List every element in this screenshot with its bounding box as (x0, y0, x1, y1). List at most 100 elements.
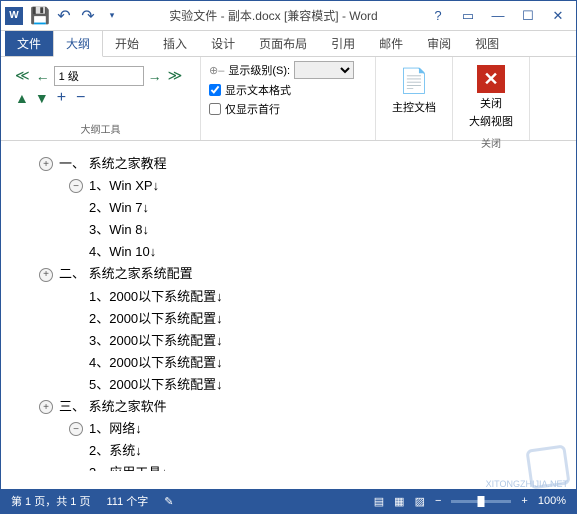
outline-row[interactable]: + 三、 系统之家软件 (39, 396, 556, 418)
zoom-out-button[interactable]: − (435, 495, 441, 507)
tab-review[interactable]: 审阅 (415, 31, 463, 56)
zoom-in-button[interactable]: + (521, 495, 527, 507)
outline-text[interactable]: 4、Win 10↓ (89, 241, 156, 263)
show-format-checkbox[interactable] (209, 84, 221, 96)
expand-button[interactable]: + (53, 89, 70, 107)
close-label-2: 大纲视图 (469, 113, 513, 129)
view-web-button[interactable]: ▨ (415, 495, 425, 508)
tab-outline[interactable]: 大纲 (53, 30, 103, 57)
expand-icon[interactable]: + (39, 268, 53, 282)
group-label-outline-tools: 大纲工具 (9, 119, 192, 136)
zoom-level[interactable]: 100% (538, 495, 566, 507)
outline-text[interactable]: 5、2000以下系统配置↓ (89, 374, 223, 396)
ribbon-group-show: ⊕‒ 显示级别(S): 显示文本格式 仅显示首行 (201, 57, 376, 140)
outline-text[interactable]: 1、Win XP↓ (89, 175, 159, 197)
outline-row[interactable]: −1、Win XP↓ (69, 175, 556, 197)
move-up-button[interactable]: ▲ (13, 88, 31, 108)
outline-text[interactable]: 一、 系统之家教程 (59, 153, 167, 175)
outline-text[interactable]: 1、2000以下系统配置↓ (89, 286, 223, 308)
outline-row[interactable]: 2、系统↓ (89, 440, 556, 462)
maximize-button[interactable]: ☐ (514, 5, 542, 27)
promote-to-heading1-button[interactable]: ≪ (13, 65, 32, 86)
word-app-icon: W (5, 7, 23, 25)
qat-customize-button[interactable]: ▾ (101, 5, 123, 27)
outline-text[interactable]: 3、Win 8↓ (89, 219, 149, 241)
outline-level-controls: ≪ ← → ≫ ▲ ▼ + − (9, 61, 192, 112)
collapse-button[interactable]: − (72, 89, 89, 107)
promote-button[interactable]: ← (34, 66, 52, 86)
outline-level-select[interactable] (54, 66, 144, 86)
tab-file[interactable]: 文件 (5, 31, 53, 56)
status-page[interactable]: 第 1 页，共 1 页 (11, 493, 90, 509)
outline-row[interactable]: + 一、 系统之家教程 (39, 153, 556, 175)
document-area[interactable]: +一、 系统之家教程−1、Win XP↓2、Win 7↓3、Win 8↓4、Wi… (1, 141, 576, 471)
show-firstline-label: 仅显示首行 (225, 101, 280, 117)
tab-view[interactable]: 视图 (463, 31, 511, 56)
status-proofing-icon[interactable]: ✎ (164, 495, 173, 508)
tab-home[interactable]: 开始 (103, 31, 151, 56)
outline-row[interactable]: + 二、 系统之家系统配置 (39, 263, 556, 285)
outline-row[interactable]: 3、2000以下系统配置↓ (89, 330, 556, 352)
collapse-icon[interactable]: − (69, 422, 83, 436)
move-down-button[interactable]: ▼ (33, 88, 51, 108)
outline-text[interactable]: 2、2000以下系统配置↓ (89, 308, 223, 330)
ribbon-group-close: ✕ 关闭 大纲视图 关闭 (453, 57, 530, 140)
watermark-text: XITONGZHIJIA.NET (486, 479, 568, 489)
outline-row[interactable]: 5、2000以下系统配置↓ (89, 374, 556, 396)
ribbon-options-button[interactable]: ▭ (454, 5, 482, 27)
master-document-button[interactable]: 📄 主控文档 (384, 61, 444, 119)
close-label-1: 关闭 (480, 95, 502, 111)
undo-button[interactable]: ↶ (53, 5, 75, 27)
outline-row[interactable]: 2、Win 7↓ (89, 197, 556, 219)
tab-references[interactable]: 引用 (319, 31, 367, 56)
titlebar: W 💾 ↶ ↷ ▾ 实验文件 - 副本.docx [兼容模式] - Word ?… (1, 1, 576, 31)
close-outline-view-button[interactable]: ✕ 关闭 大纲视图 (461, 61, 521, 133)
expand-icon[interactable]: + (39, 400, 53, 414)
close-window-button[interactable]: ✕ (544, 5, 572, 27)
outline-text[interactable]: 二、 系统之家系统配置 (59, 263, 193, 285)
outline-text[interactable]: 4、2000以下系统配置↓ (89, 352, 223, 374)
outline-row[interactable]: 2、2000以下系统配置↓ (89, 308, 556, 330)
outline-row[interactable]: 1、2000以下系统配置↓ (89, 286, 556, 308)
collapse-icon[interactable]: − (69, 179, 83, 193)
minimize-button[interactable]: — (484, 5, 512, 27)
tab-insert[interactable]: 插入 (151, 31, 199, 56)
demote-to-body-button[interactable]: ≫ (166, 65, 185, 86)
outline-text[interactable]: 3、应用工具↓ (89, 462, 168, 471)
outline-text[interactable]: 2、Win 7↓ (89, 197, 149, 219)
status-word-count[interactable]: 111 个字 (106, 493, 148, 509)
outline-text[interactable]: 3、2000以下系统配置↓ (89, 330, 223, 352)
outline-row[interactable]: 3、应用工具↓ (89, 462, 556, 471)
help-button[interactable]: ? (424, 5, 452, 27)
outline-text[interactable]: 1、网络↓ (89, 418, 142, 440)
ribbon-tabs: 文件 大纲 开始 插入 设计 页面布局 引用 邮件 审阅 视图 (1, 31, 576, 57)
outline-text[interactable]: 2、系统↓ (89, 440, 142, 462)
ribbon-group-master-doc: 📄 主控文档 (376, 57, 453, 140)
view-print-button[interactable]: ▦ (394, 495, 404, 508)
quick-access-toolbar: 💾 ↶ ↷ ▾ (29, 5, 123, 27)
window-title: 实验文件 - 副本.docx [兼容模式] - Word (123, 7, 424, 24)
outline-row[interactable]: 4、2000以下系统配置↓ (89, 352, 556, 374)
expand-icon[interactable]: + (39, 157, 53, 171)
tab-mail[interactable]: 邮件 (367, 31, 415, 56)
window-controls: ? ▭ — ☐ ✕ (424, 5, 572, 27)
demote-button[interactable]: → (146, 66, 164, 86)
view-readmode-button[interactable]: ▤ (374, 495, 384, 508)
show-firstline-checkbox[interactable] (209, 103, 221, 115)
show-level-label: 显示级别(S): (228, 62, 290, 78)
outline-row[interactable]: 4、Win 10↓ (89, 241, 556, 263)
outline-text[interactable]: 三、 系统之家软件 (59, 396, 167, 418)
group-label-close: 关闭 (461, 133, 521, 150)
save-button[interactable]: 💾 (29, 5, 51, 27)
tab-layout[interactable]: 页面布局 (247, 31, 319, 56)
zoom-slider[interactable] (451, 500, 511, 503)
tab-design[interactable]: 设计 (199, 31, 247, 56)
master-doc-label: 主控文档 (392, 99, 436, 115)
close-icon: ✕ (477, 65, 505, 93)
redo-button[interactable]: ↷ (77, 5, 99, 27)
document-icon: 📄 (398, 65, 430, 97)
outline-row[interactable]: 3、Win 8↓ (89, 219, 556, 241)
show-format-label: 显示文本格式 (225, 82, 291, 98)
show-level-select[interactable] (294, 61, 354, 79)
outline-row[interactable]: −1、网络↓ (69, 418, 556, 440)
